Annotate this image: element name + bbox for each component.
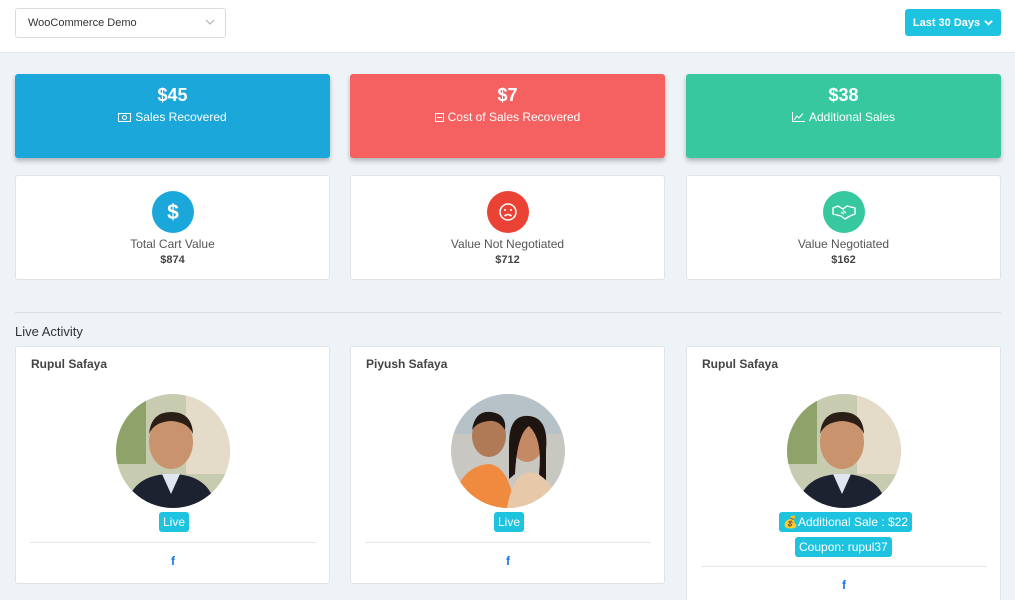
- additional-sale-badge: 💰Additional Sale : $22: [779, 512, 913, 532]
- section-title-live-activity: Live Activity: [15, 324, 83, 339]
- stat-label: Cost of Sales Recovered: [447, 110, 581, 124]
- stat-label: Additional Sales: [808, 110, 896, 124]
- frown-icon: [498, 203, 517, 221]
- value-card-not-negotiated: Value Not Negotiated $712: [350, 175, 665, 280]
- user-name: Piyush Safaya: [366, 357, 448, 371]
- value-card-negotiated: Value Negotiated $162: [686, 175, 1001, 280]
- card-separator: [365, 542, 651, 543]
- section-divider: [15, 312, 1001, 313]
- money-icon: [118, 112, 132, 122]
- dollar-icon: $: [167, 201, 179, 223]
- stat-amount: $45: [157, 85, 188, 105]
- value-name: Value Negotiated: [797, 237, 890, 251]
- chevron-down-icon: [984, 20, 993, 26]
- coupon-badge: Coupon: rupul37: [795, 537, 892, 557]
- value-amount: $162: [831, 254, 856, 266]
- date-range-label: Last 30 Days: [912, 16, 981, 29]
- stat-card-additional-sales: $38 Additional Sales: [686, 74, 1001, 158]
- user-name: Rupul Safaya: [702, 357, 779, 371]
- store-select-value: WooCommerce Demo: [28, 17, 137, 29]
- handshake-icon-circle: [822, 191, 865, 233]
- card-separator: [30, 542, 316, 543]
- facebook-icon[interactable]: f: [168, 555, 178, 567]
- live-badge: Live: [159, 512, 190, 532]
- stat-amount: $7: [497, 85, 518, 105]
- stat-amount: $38: [828, 85, 859, 105]
- avatar: [787, 394, 901, 508]
- chevron-down-icon: [205, 19, 215, 25]
- facebook-icon[interactable]: f: [503, 555, 513, 567]
- date-range-button[interactable]: Last 30 Days: [905, 9, 1001, 36]
- stat-card-sales-recovered: $45 Sales Recovered: [15, 74, 330, 158]
- value-card-total-cart: $ Total Cart Value $874: [15, 175, 330, 280]
- value-name: Value Not Negotiated: [450, 237, 565, 251]
- avatar: [451, 394, 565, 508]
- card-separator: [701, 566, 987, 567]
- dollar-icon-circle: $: [151, 191, 194, 233]
- handshake-icon: [831, 205, 856, 220]
- user-name: Rupul Safaya: [31, 357, 108, 371]
- activity-card: Piyush Safaya Live f: [350, 346, 665, 584]
- svg-text:$: $: [167, 201, 179, 223]
- line-chart-icon: [791, 112, 805, 122]
- activity-card: Rupul Safaya Live f: [15, 346, 330, 584]
- value-amount: $874: [160, 254, 185, 266]
- value-name: Total Cart Value: [130, 237, 215, 251]
- top-bar: WooCommerce Demo Last 30 Days: [0, 0, 1015, 53]
- avatar: [116, 394, 230, 508]
- store-select[interactable]: WooCommerce Demo: [15, 8, 226, 38]
- facebook-icon[interactable]: f: [839, 579, 849, 591]
- frown-icon-circle: [486, 191, 529, 233]
- minus-square-icon: [434, 112, 444, 122]
- live-badge: Live: [494, 512, 525, 532]
- stat-card-cost-of-sales-recovered: $7 Cost of Sales Recovered: [350, 74, 665, 158]
- activity-card: Rupul Safaya 💰Additional Sale : $22 Coup…: [686, 346, 1001, 600]
- stat-label: Sales Recovered: [135, 110, 227, 124]
- value-amount: $712: [495, 254, 520, 266]
